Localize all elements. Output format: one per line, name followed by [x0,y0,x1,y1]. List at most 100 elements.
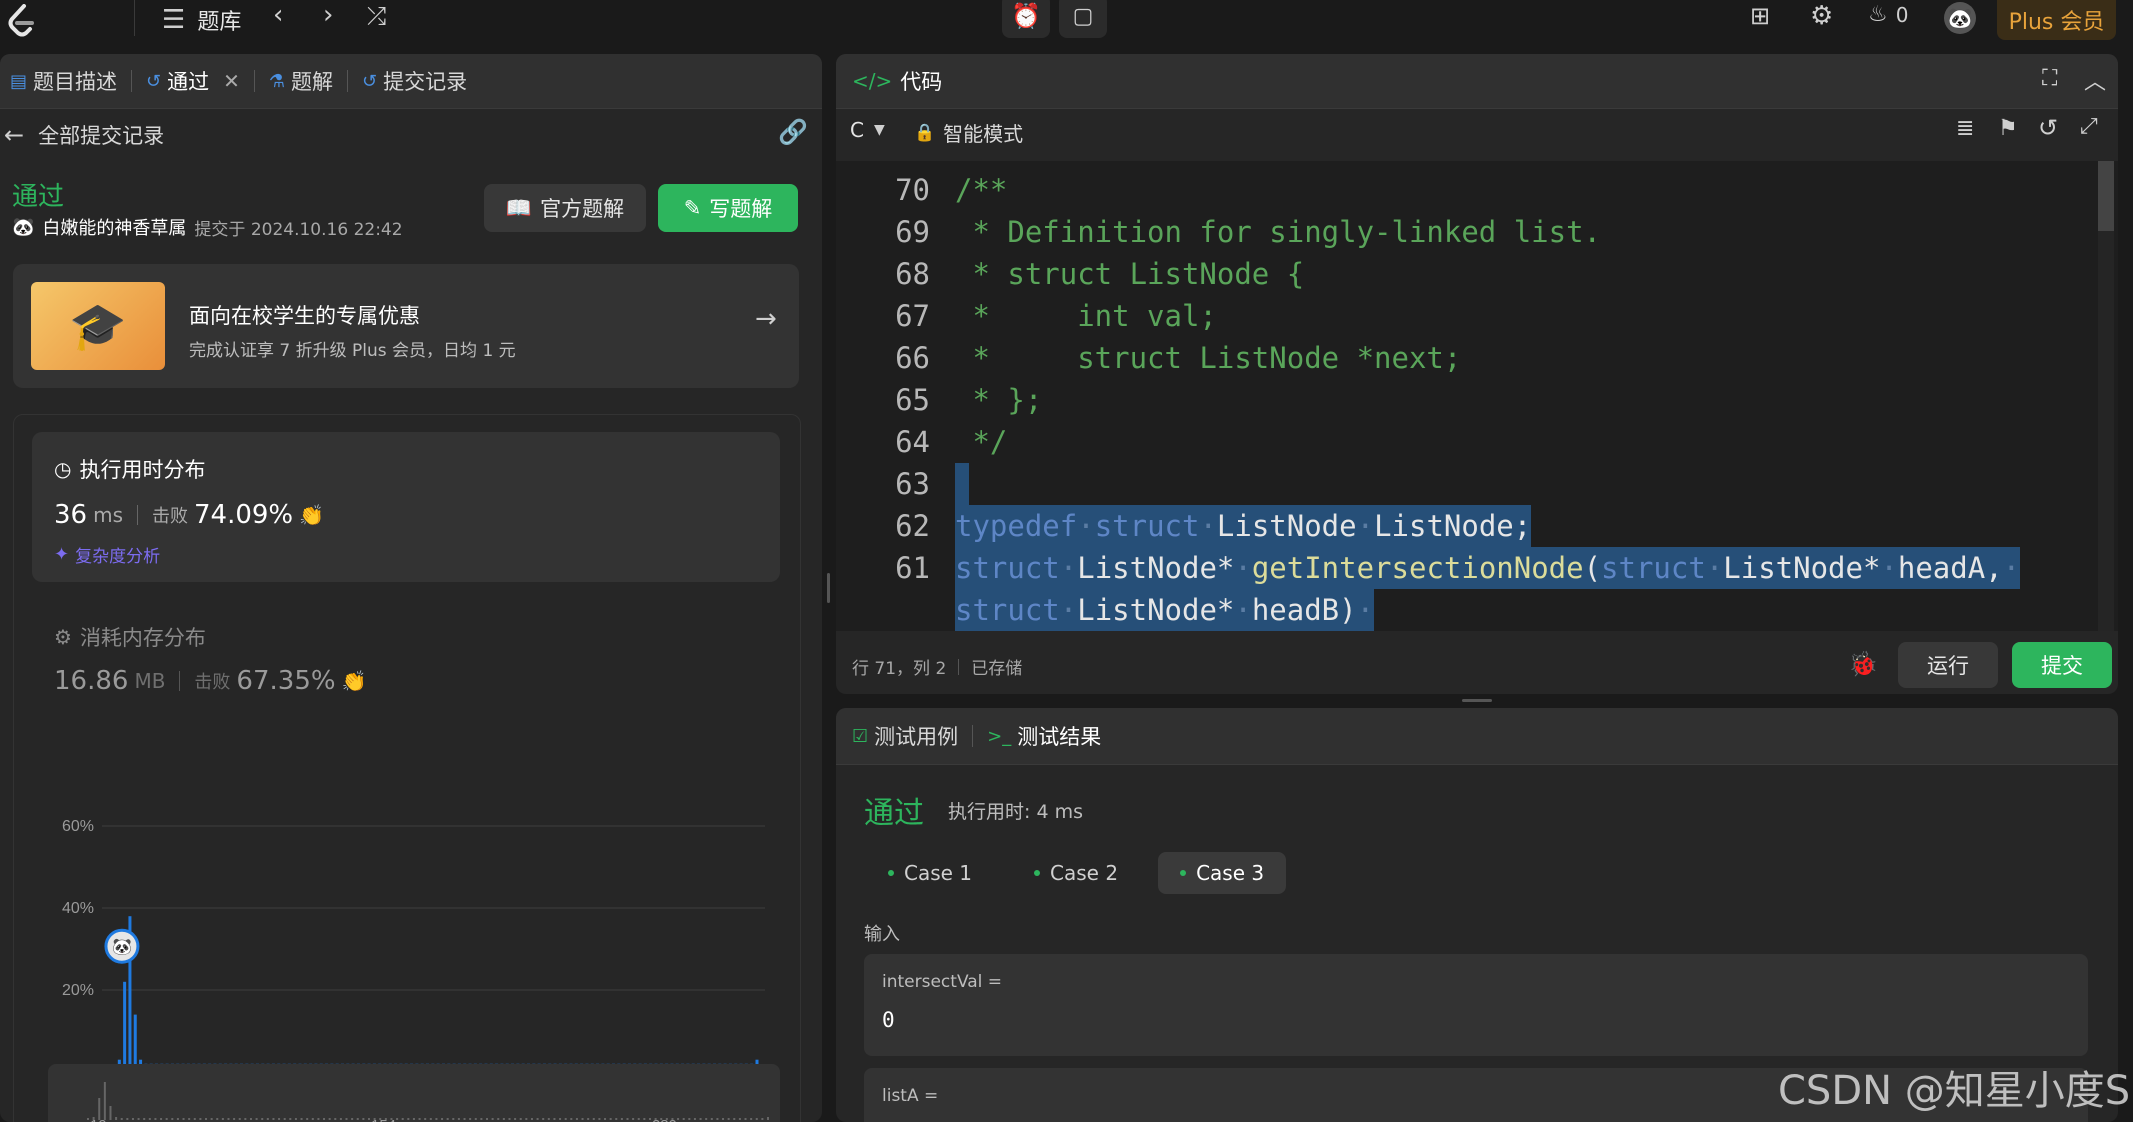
tab-test-result-label: 测试结果 [1017,725,1102,749]
overview-bar [216,1118,219,1120]
overview-bar [457,1118,460,1120]
line-number: 62 [895,509,930,543]
problem-list-button[interactable]: ☰ 题库 [162,2,241,38]
shuffle-icon[interactable]: ⤮ [367,2,386,30]
overview-bar [323,1118,326,1120]
runtime-distribution-chart[interactable]: 60%40%20%0%🐼19ms154ms289ms423ms [30,754,790,1114]
case-tab-3[interactable]: Case 3 [1158,852,1287,894]
language-value: C [850,118,864,142]
overview-bar [609,1118,612,1120]
note-button[interactable]: ▢ [1059,0,1107,38]
scrollbar-thumb[interactable] [2098,161,2114,231]
back-to-submissions[interactable]: ← 全部提交记录 [4,120,164,150]
overview-bar [171,1118,174,1120]
submit-button[interactable]: 提交 [2012,642,2112,688]
language-select[interactable]: C ▼ [850,118,885,142]
code-line[interactable]: 63 [836,463,2096,505]
smart-mode-toggle[interactable]: 🔒 智能模式 [914,118,1023,147]
run-button[interactable]: 运行 [1898,642,1998,688]
list-icon: ☰ [162,5,186,35]
case-tab-1[interactable]: Case 1 [866,852,994,894]
clap-icon: 👏 [299,503,325,527]
editor-scrollbar[interactable] [2098,161,2114,631]
case-tab-2[interactable]: Case 2 [1012,852,1140,894]
arrow-right-icon: → [755,304,777,334]
runtime-card[interactable]: ◷ 执行用时分布 36 ms 击败 74.09% 👏 ✦ 复杂度分析 [32,432,780,582]
memory-beats-value: 67.35% [236,666,336,696]
tab-accepted[interactable]: ↺ 通过 ✕ [146,66,240,96]
test-result-header: 通过 执行用时: 4 ms [864,788,1083,832]
overview-bar [750,1118,753,1120]
share-link-icon[interactable]: 🔗 [778,118,808,146]
code-line[interactable]: 67 * int val; [836,295,2096,337]
settings-gear-icon[interactable]: ⚙ [1810,1,1833,31]
bookmark-icon[interactable]: ⚑ [1998,116,2018,141]
pass-dot [1034,870,1041,876]
code-line[interactable]: 61 struct·ListNode*·getIntersectionNode(s… [836,547,2096,589]
complexity-analysis-link[interactable]: ✦ 复杂度分析 [54,542,160,567]
input-intersectval[interactable]: intersectVal = 0 [864,954,2088,1056]
code-editor[interactable]: 70 /** 69 * Definition for singly-linked l… [836,161,2118,631]
code-line[interactable]: 70 /** [836,169,2096,211]
overview-bar [486,1118,489,1120]
editor-status: 行 71，列 2 已存储 [852,654,1022,679]
streak-counter[interactable]: ♨ 0 [1868,2,1908,27]
overview-bar [339,1118,342,1120]
overview-bar [143,1118,146,1120]
overview-bar [261,1118,264,1120]
official-solution-button[interactable]: 📖 官方题解 [484,184,646,232]
chart-overview-brush[interactable]: 19ms154ms289ms423ms [48,1064,780,1122]
overview-bar [727,1118,730,1120]
overview-bar [575,1118,578,1120]
y-tick-label: 60% [62,818,94,835]
overview-bar [592,1118,595,1120]
debug-bug-icon[interactable]: 🐞 [1848,650,1878,678]
tab-accepted-label: 通过 [167,70,210,94]
code-line[interactable]: struct·ListNode*·headB)· [836,589,2096,631]
code-text: * struct ListNode { [955,257,1305,291]
code-line[interactable]: 66 * struct ListNode *next; [836,337,2096,379]
overview-bar [643,1118,646,1120]
student-promo-card[interactable]: 🎓 面向在校学生的专属优惠 完成认证享 7 折升级 Plus 会员，日均 1 元… [13,264,799,388]
overview-bar [637,1118,640,1120]
overview-bar [294,1118,297,1120]
line-number: 67 [895,299,930,333]
code-line[interactable]: 64 */ [836,421,2096,463]
tab-description[interactable]: ▤ 题目描述 [10,66,117,96]
horizontal-resize-handle[interactable] [827,573,830,603]
code-line[interactable]: 62 typedef·struct·ListNode·ListNode; [836,505,2096,547]
expand-icon[interactable]: ⤢ [2080,114,2098,139]
code-line[interactable]: 68 * struct ListNode { [836,253,2096,295]
code-tab-label[interactable]: 代码 [900,66,942,96]
memory-header[interactable]: ⚙ 消耗内存分布 [54,622,206,652]
reset-icon[interactable]: ↺ [2038,114,2058,142]
write-solution-button[interactable]: ✎ 写题解 [658,184,798,232]
case-label: Case 1 [904,861,973,885]
tab-submissions[interactable]: ↺ 提交记录 [362,66,467,96]
format-code-icon[interactable]: ≣ [1956,116,1974,141]
code-line[interactable]: 65 * }; [836,379,2096,421]
tab-test-result[interactable]: >_ 测试结果 [987,721,1101,751]
tab-test-cases[interactable]: ☑ 测试用例 [852,721,958,751]
prev-problem-icon[interactable]: ‹ [273,0,283,30]
overview-bar [559,1118,562,1120]
vertical-resize-handle[interactable] [1462,699,1492,702]
user-avatar[interactable]: 🐼 [12,217,34,238]
leetcode-logo-icon[interactable] [6,4,36,38]
case-label: Case 2 [1050,861,1119,885]
timer-button[interactable]: ⏰ [1002,0,1050,38]
fullscreen-icon[interactable]: ⛶ [2042,66,2057,91]
collapse-chevron-icon[interactable]: ︿ [2084,64,2106,96]
code-line[interactable]: 69 * Definition for singly-linked list. [836,211,2096,253]
overview-bar [469,1118,472,1120]
submitted-time: 提交于 2024.10.16 22:42 [194,219,403,240]
user-avatar[interactable]: 🐼 [1944,2,1976,34]
next-problem-icon[interactable]: › [323,0,333,30]
overview-bar [648,1118,651,1120]
tab-solutions[interactable]: ⚗ 题解 [269,66,333,96]
submission-meta: 🐼 白嫩能的神香草属 提交于 2024.10.16 22:42 [12,214,403,240]
close-tab-icon[interactable]: ✕ [223,69,240,93]
layout-grid-icon[interactable]: ⊞ [1750,2,1770,30]
user-name[interactable]: 白嫩能的神香草属 [42,214,186,240]
plus-membership-button[interactable]: Plus 会员 [1997,0,2116,40]
